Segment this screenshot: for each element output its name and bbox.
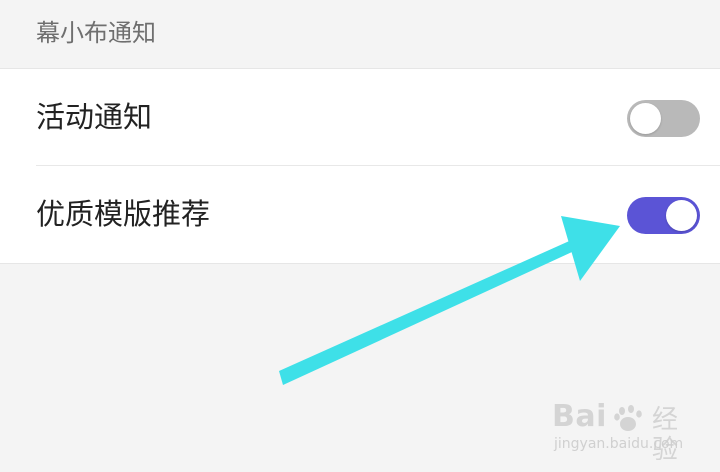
setting-label-premium-template-recommendations: 优质模版推荐: [36, 197, 211, 231]
notification-settings-card: 活动通知 优质模版推荐: [0, 68, 720, 264]
setting-row-activity-notifications[interactable]: 活动通知: [0, 69, 720, 166]
watermark-brand-left: Bai: [552, 399, 607, 434]
setting-label-activity-notifications: 活动通知: [36, 100, 153, 134]
baidu-paw-icon: [614, 405, 642, 431]
baidu-jingyan-watermark: Bai 经验 jingyan.baidu.com: [552, 399, 702, 466]
setting-row-premium-template-recommendations[interactable]: 优质模版推荐: [0, 166, 720, 262]
premium-template-recommendations-toggle[interactable]: [627, 197, 700, 234]
section-header: 幕小布通知: [0, 0, 720, 68]
watermark-url: jingyan.baidu.com: [554, 436, 684, 452]
toggle-knob: [666, 200, 697, 231]
toggle-knob: [630, 103, 661, 134]
section-title: 幕小布通知: [36, 19, 156, 47]
activity-notifications-toggle[interactable]: [627, 100, 700, 137]
